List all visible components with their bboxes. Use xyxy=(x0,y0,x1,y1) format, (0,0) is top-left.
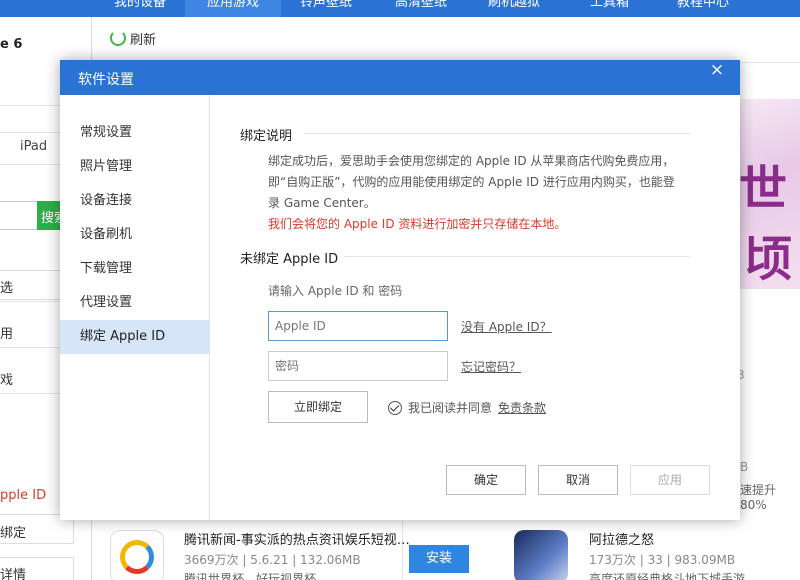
left-item-apps[interactable]: 用 xyxy=(0,323,13,342)
nav-item-my-device[interactable]: 我的设备 xyxy=(96,0,166,17)
app-desc: 腾讯世界杯，好玩视界杯 xyxy=(184,572,317,580)
filter-label: 选 xyxy=(0,281,14,296)
detail-label: 详情 xyxy=(0,568,27,580)
agree-label: 我已阅读并同意 xyxy=(408,401,493,415)
input-hint: 请输入 Apple ID 和 密码 xyxy=(268,284,403,298)
settings-dialog: 软件设置 × 常规设置 照片管理 设备连接 设备刷机 下载管理 代理设置 绑定 … xyxy=(60,60,740,520)
bind-info-line: 录 Game Center。 xyxy=(268,196,376,210)
nav-item-ringtones[interactable]: 铃声壁纸 xyxy=(300,0,352,17)
privacy-warning: 我们会将您的 Apple ID 资料进行加密并只存储在本地。 xyxy=(268,217,567,231)
sidebar-item-flash[interactable]: 设备刷机 xyxy=(60,218,209,252)
sidebar-item-connection[interactable]: 设备连接 xyxy=(60,184,209,218)
cancel-button[interactable]: 取消 xyxy=(538,465,618,495)
nav-item-toolbox[interactable]: 工具箱 xyxy=(590,0,629,17)
app-title[interactable]: 阿拉德之怒 xyxy=(589,529,654,548)
close-button[interactable]: × xyxy=(698,59,736,81)
device-name: e 6 xyxy=(0,37,23,52)
bind-info-title: 绑定说明 xyxy=(240,129,293,144)
settings-sidebar: 常规设置 照片管理 设备连接 设备刷机 下载管理 代理设置 绑定 Apple I… xyxy=(60,95,210,520)
forgot-password-link[interactable]: 忘记密码？ xyxy=(461,358,521,375)
ok-button[interactable]: 确定 xyxy=(446,465,526,495)
appleid-input[interactable] xyxy=(268,311,448,341)
apply-button[interactable]: 应用 xyxy=(630,465,710,495)
dialog-header: 软件设置 × xyxy=(60,60,740,95)
app-desc: 高度还原经典格斗地下城手游 xyxy=(589,572,746,580)
password-input[interactable] xyxy=(268,351,448,381)
terms-link[interactable]: 免责条款 xyxy=(498,399,546,416)
bind-now-button[interactable]: 立即绑定 xyxy=(268,391,368,423)
app-title[interactable]: 腾讯新闻-事实派的热点资讯娱乐短视… xyxy=(184,529,410,548)
divider xyxy=(304,133,690,134)
check-circle-icon xyxy=(388,400,402,415)
sidebar-item-general[interactable]: 常规设置 xyxy=(60,116,209,150)
app-meta-fragment: B xyxy=(740,460,749,474)
no-appleid-link[interactable]: 没有 Apple ID？ xyxy=(461,318,552,335)
bind-info-line: 绑定成功后，爱思助手会使用您绑定的 Apple ID 从苹果商店代购免费应用， xyxy=(268,154,675,168)
banner-art: 顷 xyxy=(744,231,793,287)
search-input[interactable] xyxy=(0,201,40,230)
dialog-title: 软件设置 xyxy=(78,72,134,88)
top-nav: 我的设备 应用游戏 铃声壁纸 高清壁纸 刷机越狱 工具箱 教程中心 xyxy=(0,0,800,17)
close-icon: × xyxy=(709,60,725,80)
tencent-news-icon[interactable] xyxy=(110,530,164,580)
sidebar-item-proxy[interactable]: 代理设置 xyxy=(60,286,209,320)
refresh-icon xyxy=(110,30,126,46)
sidebar-item-downloads[interactable]: 下载管理 xyxy=(60,252,209,286)
tab-ipad[interactable]: iPad xyxy=(20,139,47,154)
app-meta: 173万次 | 33 | 983.09MB xyxy=(589,553,736,567)
bind-label: 绑定 xyxy=(0,526,27,541)
install-button[interactable]: 安装 xyxy=(409,545,469,573)
nav-item-tutorials[interactable]: 教程中心 xyxy=(677,0,729,17)
refresh-label: 刷新 xyxy=(130,32,157,48)
nav-item-wallpapers[interactable]: 高清壁纸 xyxy=(395,0,447,17)
nav-item-jailbreak[interactable]: 刷机越狱 xyxy=(488,0,540,17)
left-item-games[interactable]: 戏 xyxy=(0,369,13,388)
agree-checkbox[interactable]: 我已阅读并同意 免责条款 xyxy=(388,399,546,416)
game-icon[interactable] xyxy=(514,530,568,580)
sidebar-item-bind-appleid[interactable]: 绑定 Apple ID xyxy=(60,320,209,354)
app-desc-fragment: 速提升80% xyxy=(740,483,777,512)
refresh-button[interactable]: 刷新 xyxy=(110,29,157,48)
divider xyxy=(402,518,403,580)
bind-info-line: 即“自购正版”，代购的应用能使用绑定的 Apple ID 进行应用内购买，也能登 xyxy=(268,175,675,189)
app-meta: 3669万次 | 5.6.21 | 132.06MB xyxy=(184,553,361,567)
sidebar-item-photos[interactable]: 照片管理 xyxy=(60,150,209,184)
left-item-appleid[interactable]: pple ID xyxy=(0,488,46,503)
banner-image[interactable]: 世 顷 xyxy=(739,99,800,289)
divider xyxy=(345,256,690,257)
unbound-title: 未绑定 Apple ID xyxy=(240,252,339,267)
nav-item-apps[interactable]: 应用游戏 xyxy=(185,0,281,17)
banner-art: 世 xyxy=(739,161,788,217)
